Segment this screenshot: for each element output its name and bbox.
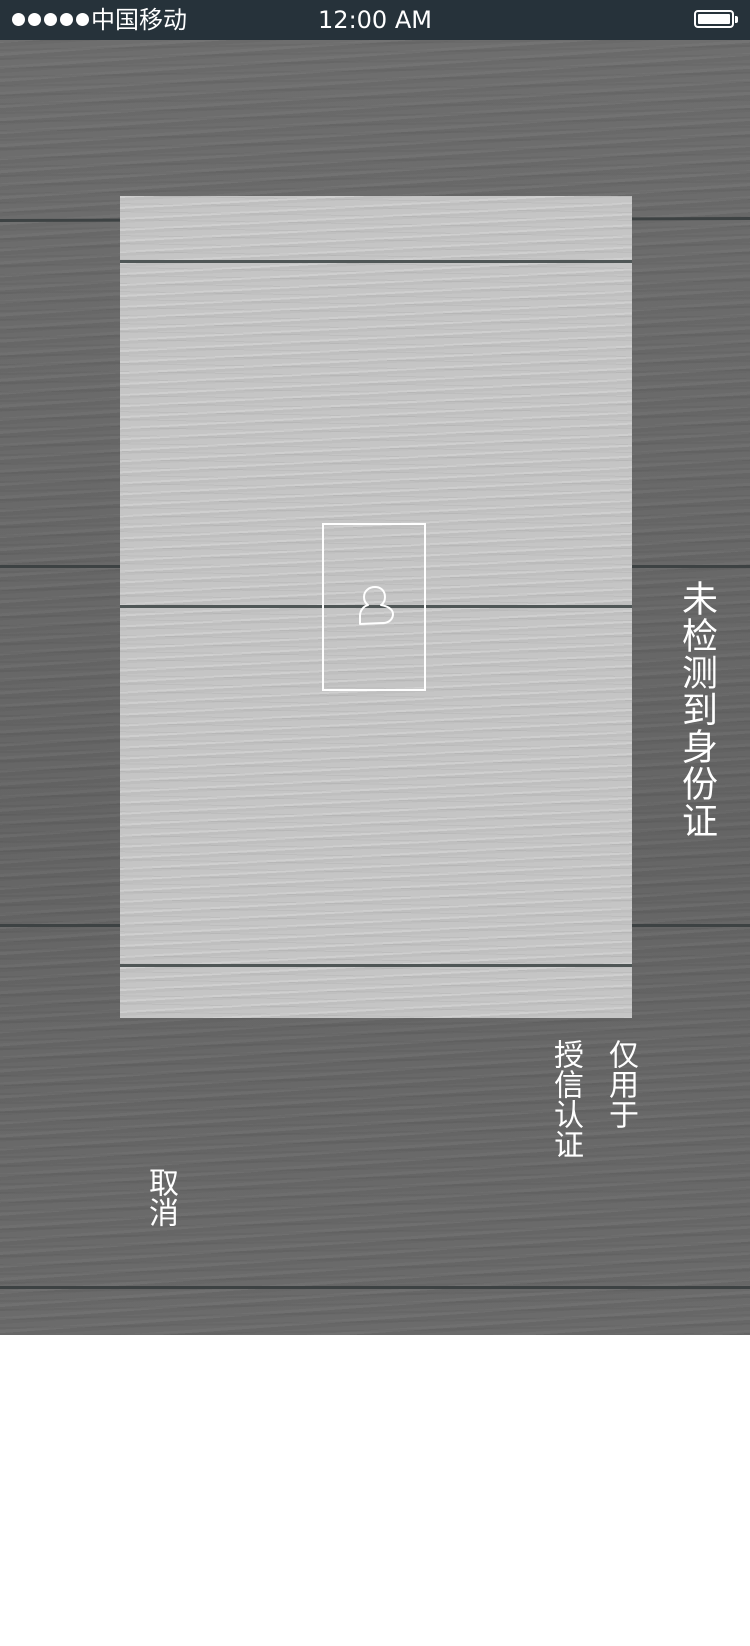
- usage-hint-line2: 授信认证: [548, 1039, 583, 1159]
- battery-full-icon: [694, 10, 738, 28]
- camera-preview: 未检测到身份证 仅用于 授信认证 取消: [0, 40, 750, 1335]
- cancel-button[interactable]: 取消: [138, 1167, 182, 1227]
- face-outline-icon: [359, 586, 394, 625]
- plank-seam: [120, 260, 632, 263]
- blank-bottom-area: [0, 1335, 750, 1646]
- face-guide-box: [322, 523, 426, 691]
- status-bar: 中国移动 12:00 AM: [0, 0, 750, 40]
- usage-hint-line1: 仅用于: [603, 1039, 638, 1129]
- status-time: 12:00 AM: [318, 6, 432, 34]
- plank-seam: [120, 964, 632, 967]
- plank-seam: [0, 1286, 750, 1289]
- detection-status-text: 未检测到身份证: [676, 580, 717, 839]
